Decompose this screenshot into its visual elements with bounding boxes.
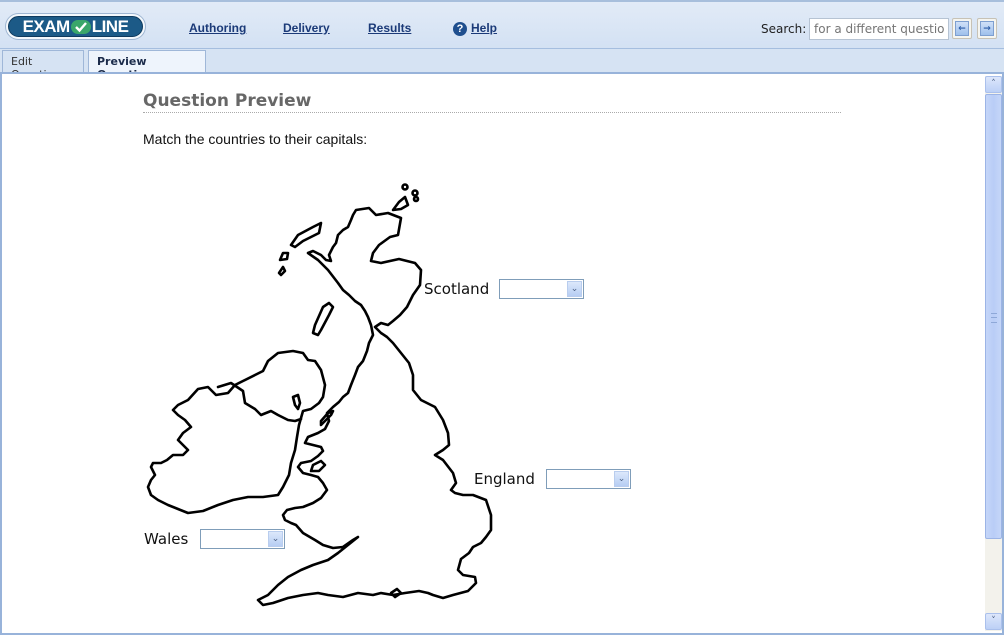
anglesey-outline (309, 459, 327, 473)
tab-edit-question[interactable]: Edit Question (2, 50, 84, 81)
kintyre-outline (311, 301, 335, 337)
country-label-england: England (474, 470, 535, 488)
grip-icon (991, 313, 997, 323)
wales-capital-dropdown[interactable]: ⌄ (200, 529, 285, 549)
logo-text-right: LINE (91, 16, 129, 36)
scroll-up-button[interactable]: ˄ (985, 76, 1002, 93)
scotland-capital-dropdown[interactable]: ⌄ (499, 279, 584, 299)
nav-results[interactable]: Results (368, 21, 411, 35)
ireland-outline (146, 349, 327, 515)
chevron-down-icon: ⌄ (567, 281, 582, 297)
country-label-wales: Wales (144, 530, 189, 548)
vertical-scrollbar[interactable]: ˄ ˅ (985, 76, 1002, 631)
question-instructions: Match the countries to their capitals: (143, 131, 368, 147)
orkney-outline (391, 195, 410, 212)
scroll-down-button[interactable]: ˅ (985, 613, 1002, 630)
chevron-down-icon: ⌄ (614, 471, 629, 487)
logo-badge: EXAM LINE (8, 16, 143, 37)
barra-outline (277, 265, 287, 277)
country-label-scotland: Scotland (424, 280, 490, 298)
scrollbar-thumb[interactable] (985, 94, 1002, 539)
nav-authoring[interactable]: Authoring (189, 21, 246, 35)
next-question-button[interactable]: → (977, 18, 997, 39)
previous-question-button[interactable]: ← (952, 18, 972, 39)
lewis-outline (289, 221, 323, 249)
uist-outline (278, 251, 290, 262)
top-header: EXAM LINE Authoring Delivery Results ? H… (0, 0, 1004, 49)
examonline-logo[interactable]: EXAM LINE (5, 13, 146, 40)
isle-of-wight-outline (389, 587, 403, 599)
england-capital-dropdown[interactable]: ⌄ (546, 469, 631, 489)
tab-preview-question[interactable]: Preview Question (88, 50, 206, 81)
nav-help[interactable]: Help (471, 21, 497, 35)
title-divider (143, 112, 841, 113)
search-label: Search: (761, 22, 807, 36)
help-icon[interactable]: ? (453, 22, 467, 36)
british-isles-map (146, 183, 493, 607)
great-britain-outline (256, 206, 493, 607)
logo-text-left: EXAM (22, 16, 71, 36)
chevron-down-icon: ⌄ (268, 531, 283, 547)
lough-neagh-outline (291, 393, 302, 411)
arrow-left-icon: ← (955, 21, 969, 36)
tab-bar: Edit Question Preview Question (0, 48, 1004, 81)
arrow-right-icon: → (980, 21, 994, 36)
nav-delivery[interactable]: Delivery (283, 21, 330, 35)
check-icon (70, 19, 91, 34)
page-title: Question Preview (143, 91, 312, 111)
search-input[interactable] (809, 18, 949, 40)
